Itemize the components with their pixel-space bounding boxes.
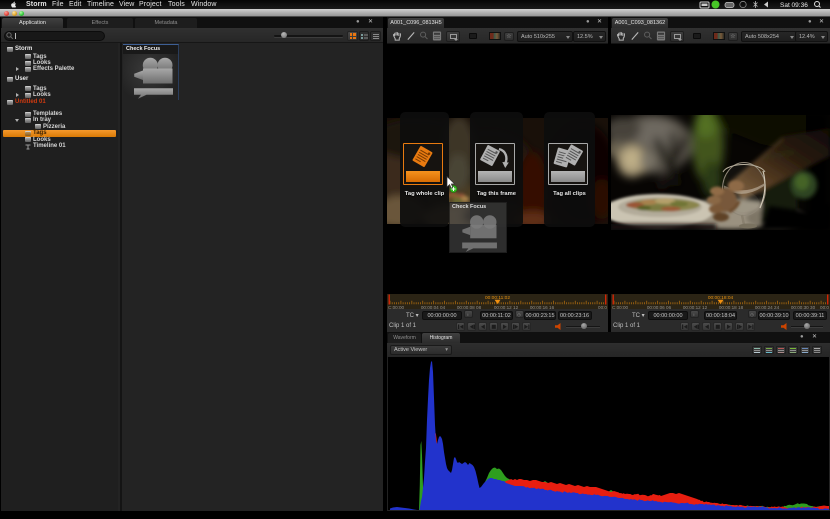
svg-text:Sat 09:36: Sat 09:36 (780, 2, 808, 9)
